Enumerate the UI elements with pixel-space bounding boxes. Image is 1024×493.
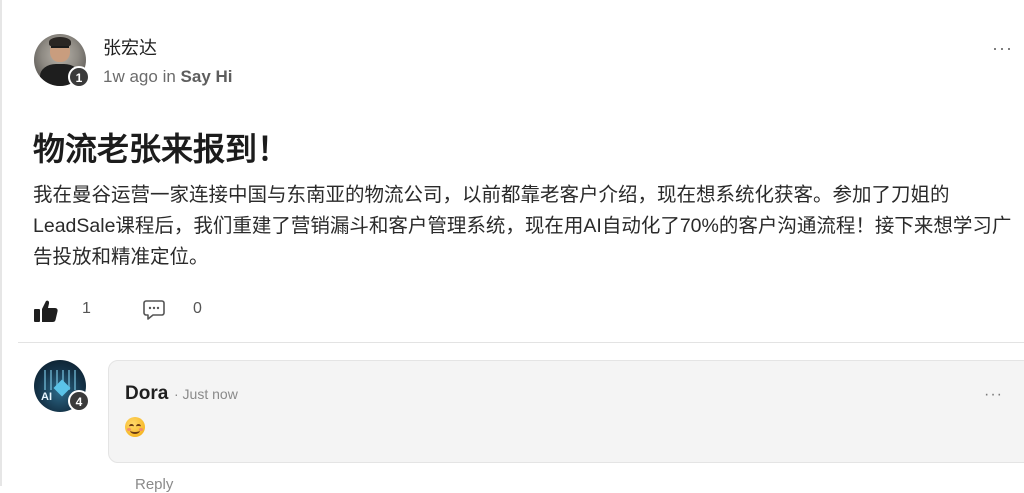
reply-link[interactable]: Reply (135, 476, 173, 493)
commenter-level-badge: 4 (68, 390, 90, 412)
post-time: 1w ago (103, 67, 158, 86)
comment-count: 0 (193, 300, 202, 317)
comment-time: · Just now (174, 386, 238, 402)
section-divider (18, 342, 1024, 343)
post-body: 我在曼谷运营一家连接中国与东南亚的物流公司，以前都靠老客户介绍，现在想系统化获客… (33, 184, 1012, 268)
thumbs-up-icon[interactable] (33, 299, 59, 323)
author-level-badge: 1 (68, 66, 90, 88)
left-border (0, 0, 2, 486)
author-name[interactable]: 张宏达 (103, 34, 157, 60)
like-count: 1 (82, 300, 91, 317)
comment-more-options-button[interactable]: ··· (984, 386, 1003, 404)
commenter-avatar-label: AI (41, 391, 52, 403)
post-title: 物流老张来报到！ (33, 131, 290, 167)
post-meta: 1w ago in Say Hi (103, 67, 233, 87)
in-label: in (162, 67, 176, 86)
post-more-options-button[interactable]: ··· (992, 38, 1018, 58)
comment-card (108, 360, 1024, 463)
smiling-face-emoji (125, 417, 145, 437)
category-link[interactable]: Say Hi (181, 67, 233, 86)
comment-bubble-icon[interactable] (143, 299, 165, 321)
commenter-name[interactable]: Dora (125, 383, 168, 405)
